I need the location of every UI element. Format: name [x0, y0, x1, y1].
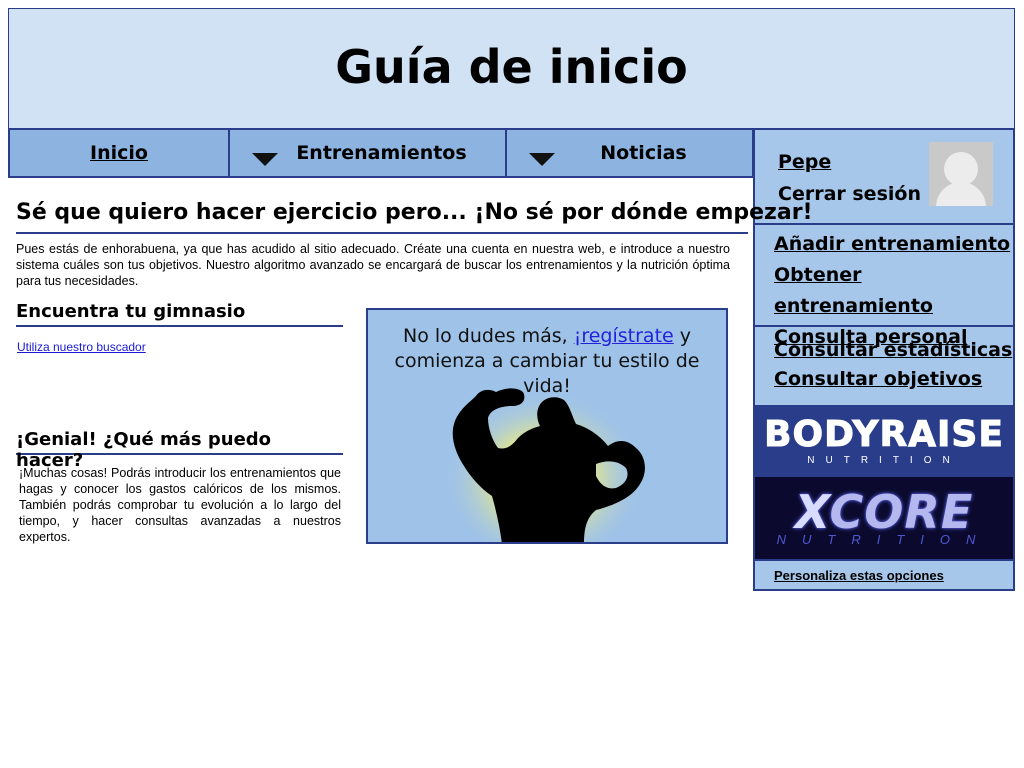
- genial-heading: ¡Genial! ¿Qué más puedo hacer?: [16, 427, 343, 471]
- xcore-tagline: NUTRITION: [776, 531, 992, 547]
- gym-heading: Encuentra tu gimnasio: [16, 299, 343, 327]
- customize-options-link[interactable]: Personaliza estas opciones: [774, 568, 944, 583]
- bodyraise-logo: BODYRAISE: [764, 414, 1004, 455]
- goals-link[interactable]: Consultar objetivos: [774, 365, 1013, 394]
- genial-paragraph: ¡Muchas cosas! Podrás introducir los ent…: [19, 466, 341, 544]
- avatar[interactable]: [929, 142, 993, 206]
- gym-search-link[interactable]: Utiliza nuestro buscador: [17, 340, 146, 354]
- dropdown-arrow-icon[interactable]: [529, 153, 555, 166]
- xcore-ad[interactable]: XCORE NUTRITION: [753, 477, 1015, 559]
- nav-item-label[interactable]: Noticias: [600, 142, 686, 164]
- sidebar: Pepe Cerrar sesión Añadir entrenamiento …: [753, 128, 1015, 591]
- dropdown-arrow-icon[interactable]: [252, 153, 278, 166]
- bodybuilder-icon: [444, 382, 645, 542]
- customize-panel: Personaliza estas opciones: [753, 559, 1015, 591]
- bodyraise-tagline: NUTRITION: [807, 455, 961, 466]
- avatar-head-icon: [944, 152, 978, 186]
- nav-item-noticias[interactable]: Noticias: [505, 130, 752, 176]
- register-link[interactable]: ¡regístrate: [574, 325, 674, 347]
- user-name-link[interactable]: Pepe: [778, 151, 831, 173]
- nav-item-label[interactable]: Inicio: [90, 142, 148, 164]
- stats-link[interactable]: Consultar estadísticas: [774, 336, 1013, 365]
- bodyraise-ad[interactable]: BODYRAISE NUTRITION: [753, 407, 1015, 477]
- main-nav: Inicio Entrenamientos Noticias: [8, 128, 754, 178]
- xcore-logo: XCORE: [794, 484, 974, 539]
- get-training-link[interactable]: Obtener entrenamiento: [774, 260, 1013, 322]
- nav-item-label[interactable]: Entrenamientos: [296, 142, 466, 164]
- add-training-link[interactable]: Añadir entrenamiento: [774, 229, 1013, 260]
- register-promo-box: No lo dudes más, ¡regístrate y comienza …: [366, 308, 728, 544]
- sidebar-group-stats: Consultar estadísticas Consultar objetiv…: [753, 327, 1015, 407]
- avatar-body-icon: [936, 182, 986, 206]
- sidebar-group-training: Añadir entrenamiento Obtener entrenamien…: [753, 225, 1015, 348]
- page-header: Guía de inicio: [8, 8, 1015, 129]
- page-title: Guía de inicio: [335, 39, 688, 94]
- nav-item-inicio[interactable]: Inicio: [10, 130, 228, 176]
- nav-item-entrenamientos[interactable]: Entrenamientos: [228, 130, 505, 176]
- section-title: Sé que quiero hacer ejercicio pero... ¡N…: [16, 196, 813, 234]
- intro-paragraph: Pues estás de enhorabuena, ya que has ac…: [16, 242, 730, 288]
